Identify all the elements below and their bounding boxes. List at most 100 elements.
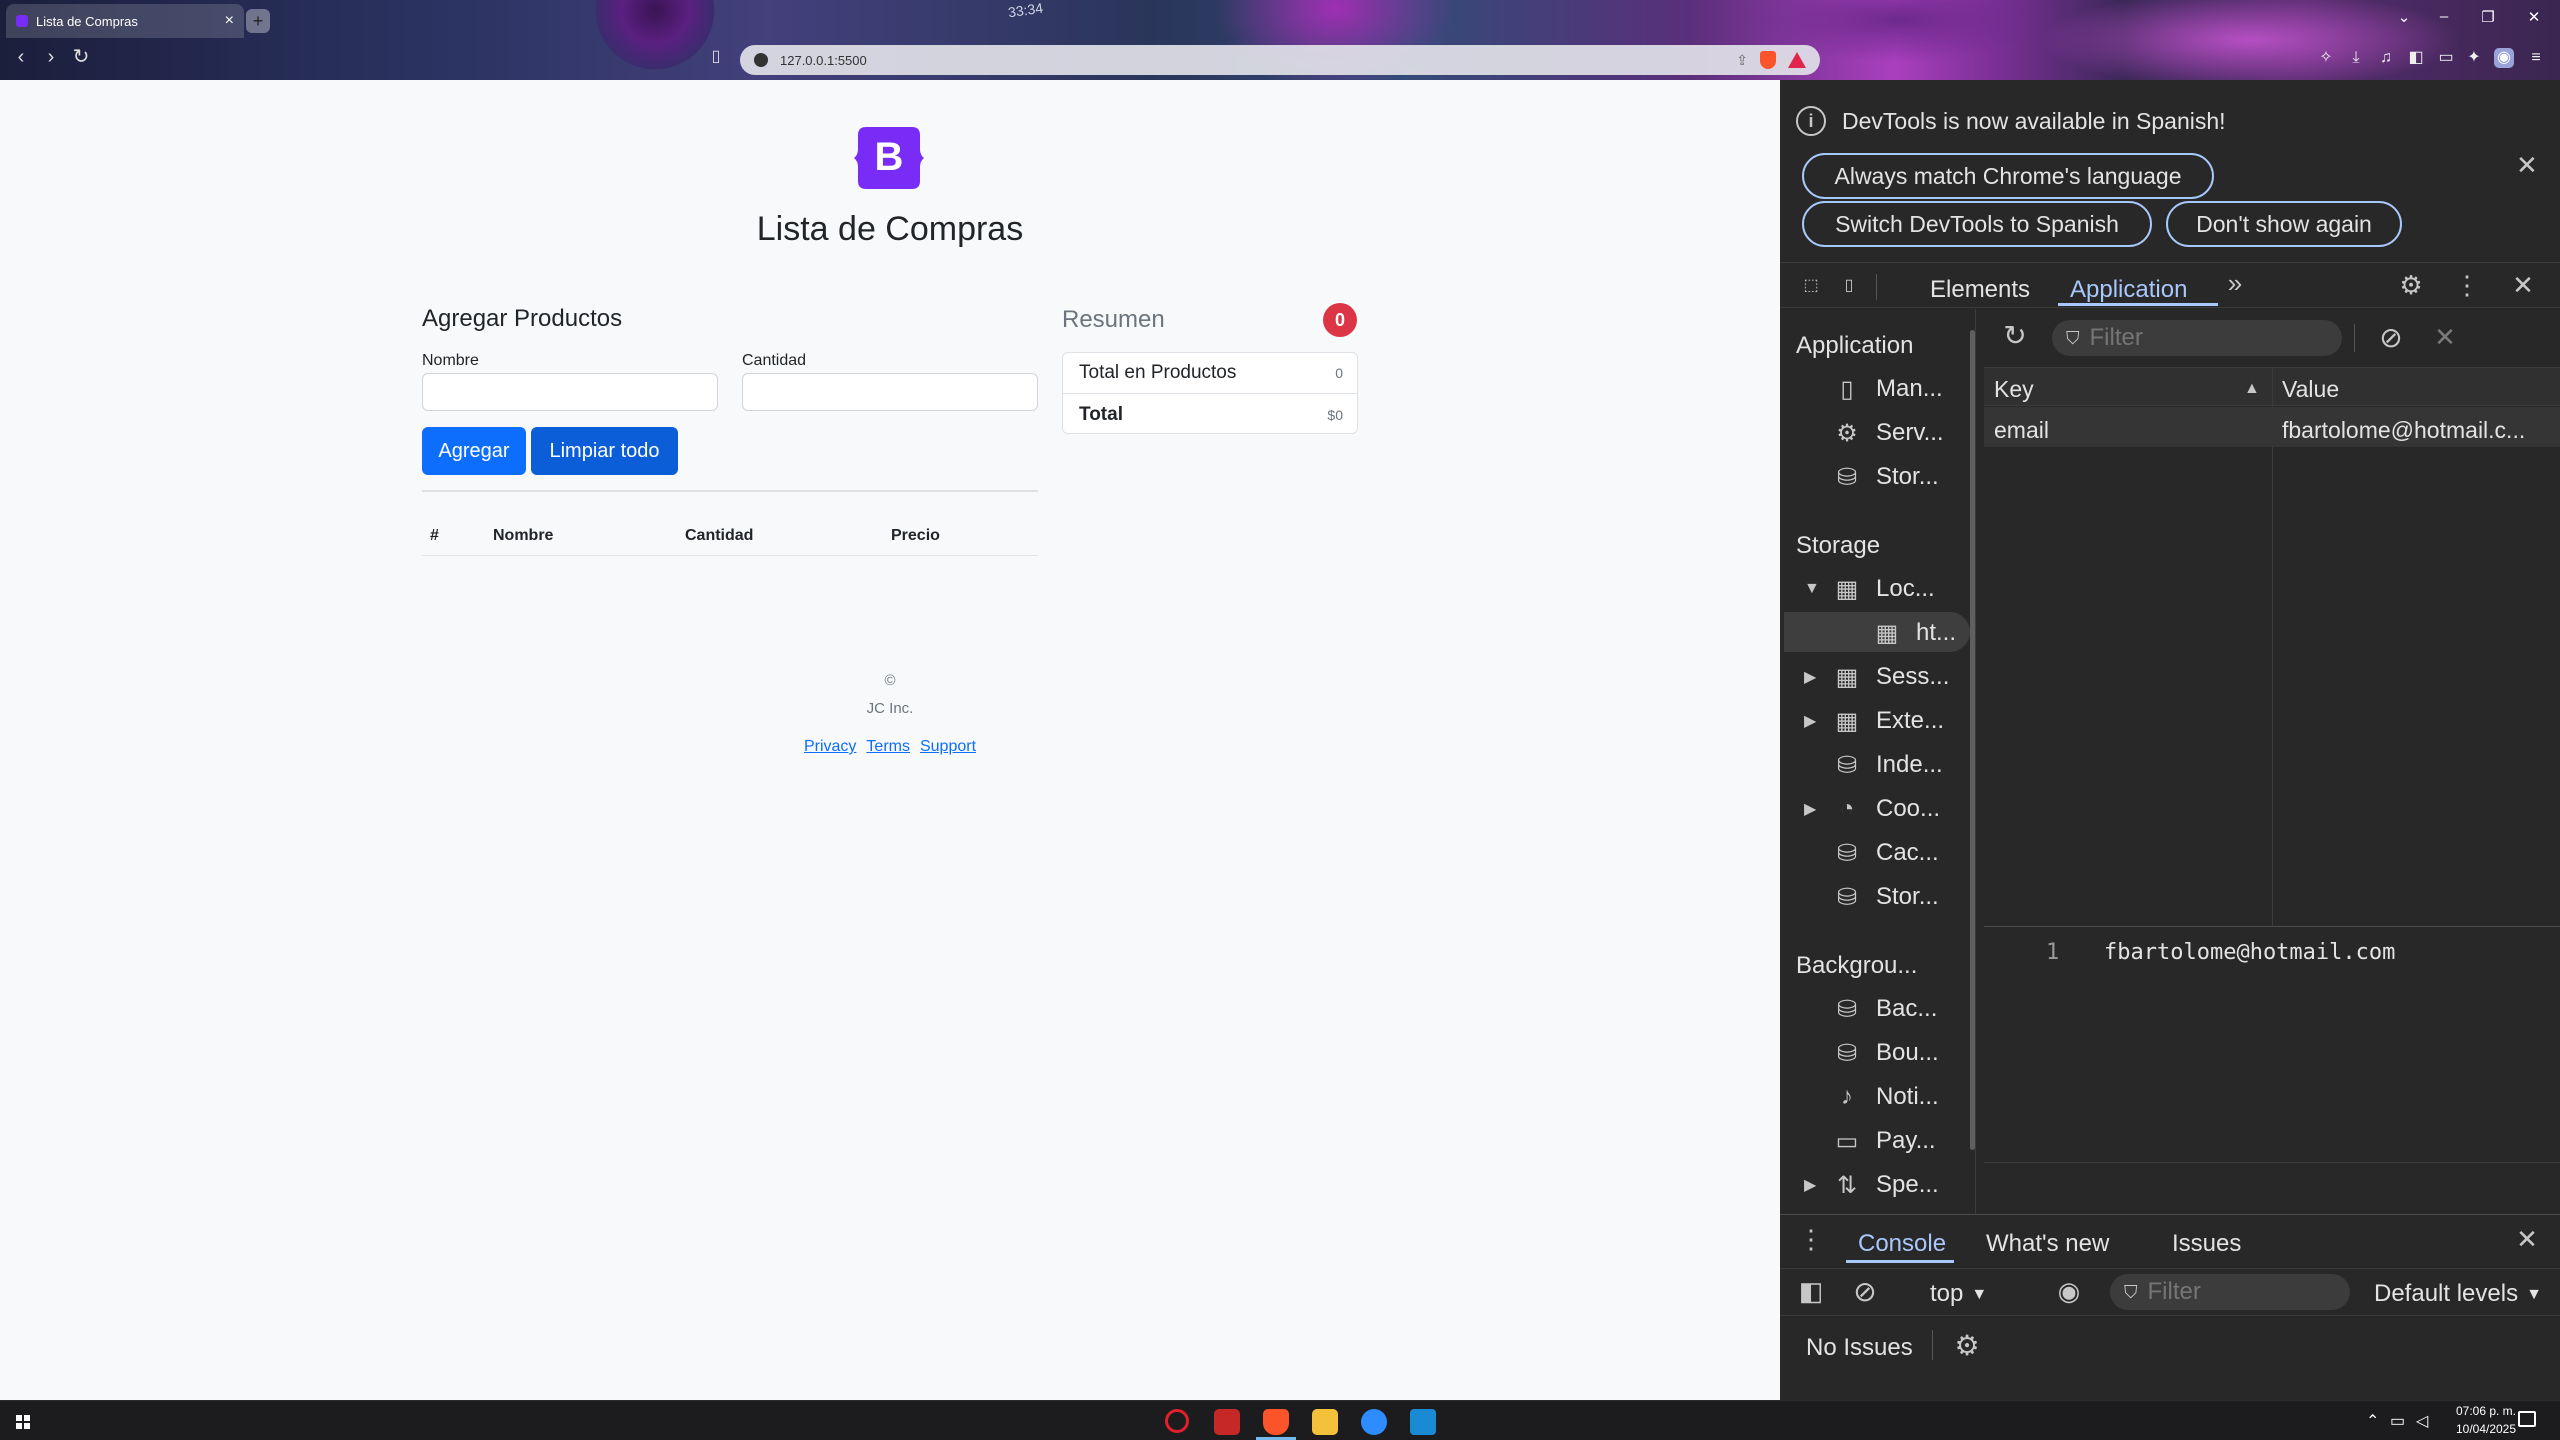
- tab-elements[interactable]: Elements: [1930, 276, 2030, 304]
- share-icon[interactable]: ⇪: [1736, 52, 1748, 69]
- window-close-icon[interactable]: ✕: [2522, 8, 2546, 26]
- storage-filter[interactable]: ⛉: [2052, 320, 2342, 356]
- inspect-element-icon[interactable]: ⬚: [1796, 270, 1826, 300]
- more-tabs-icon[interactable]: »: [2220, 268, 2250, 298]
- sidebar-item-cache-storage[interactable]: ⛁ Cac...: [1832, 838, 1939, 868]
- sidebar-item-payment-handler[interactable]: ▭ Pay...: [1832, 1126, 1936, 1156]
- refresh-icon[interactable]: ↻: [2000, 320, 2030, 351]
- column-header-key[interactable]: Key: [1994, 376, 2034, 403]
- no-issues-text[interactable]: No Issues: [1806, 1334, 1913, 1362]
- menu-icon[interactable]: ≡: [2526, 48, 2546, 68]
- delete-selected-icon[interactable]: ✕: [2430, 322, 2460, 352]
- sidebar-item-storage[interactable]: ⛁ Stor...: [1832, 462, 1939, 492]
- wallet-icon[interactable]: ▭: [2436, 48, 2456, 68]
- sidebar-item-service-workers[interactable]: ⚙ Serv...: [1832, 418, 1943, 448]
- sidebar-item-extension-storage[interactable]: ▶ ▦ Exte...: [1804, 706, 1944, 736]
- profile-icon[interactable]: ◉: [2494, 48, 2514, 68]
- sidebar-item-bounce-tracking[interactable]: ⛁ Bou...: [1832, 1038, 1939, 1068]
- settings-icon[interactable]: ⚙: [2396, 270, 2426, 300]
- sidebar-item-notifications[interactable]: ♪ Noti...: [1832, 1082, 1939, 1112]
- forward-icon[interactable]: ›: [40, 46, 62, 68]
- sidebar-item-indexeddb[interactable]: ⛁ Inde...: [1832, 750, 1943, 780]
- close-devtools-icon[interactable]: ✕: [2508, 270, 2538, 300]
- dont-show-again-button[interactable]: Don't show again: [2166, 201, 2402, 247]
- row-key[interactable]: email: [1994, 417, 2049, 444]
- storage-filter-input[interactable]: [2089, 324, 2310, 352]
- brave-shields-icon[interactable]: [1760, 51, 1776, 69]
- drawer-tab-console[interactable]: Console: [1858, 1230, 1946, 1258]
- sidebar-item-storage-buckets[interactable]: ⛁ Stor...: [1832, 882, 1939, 912]
- always-match-language-button[interactable]: Always match Chrome's language: [1802, 153, 2214, 199]
- device-toolbar-icon[interactable]: ▯: [1834, 270, 1864, 300]
- sidebar-scrollbar[interactable]: [1970, 330, 1975, 1150]
- sidebar-item-speculative-loads[interactable]: ▶ ⇅ Spe...: [1804, 1170, 1939, 1200]
- name-input[interactable]: [422, 373, 718, 411]
- bookmark-icon[interactable]: ▯: [705, 46, 727, 68]
- volume-icon[interactable]: ◁: [2416, 1411, 2428, 1431]
- footer-link-terms[interactable]: Terms: [866, 738, 910, 756]
- brave-browser-icon[interactable]: [1263, 1409, 1289, 1435]
- footer-link-privacy[interactable]: Privacy: [804, 738, 856, 756]
- sidebar-item-local-origin[interactable]: ▦ ht...: [1872, 618, 1956, 648]
- row-value[interactable]: fbartolome@hotmail.c...: [2282, 417, 2525, 444]
- notification-icon[interactable]: [2518, 1411, 2536, 1427]
- clear-all-button[interactable]: Limpiar todo: [531, 427, 678, 475]
- infobar-close-icon[interactable]: ✕: [2516, 150, 2538, 181]
- quantity-input[interactable]: [742, 373, 1038, 411]
- log-levels-dropdown[interactable]: Default levels ▼: [2374, 1280, 2542, 1310]
- context-selector[interactable]: top ▼: [1930, 1280, 1987, 1310]
- reload-icon[interactable]: ↻: [70, 46, 92, 68]
- start-menu-icon[interactable]: [16, 1415, 30, 1429]
- browser-tab[interactable]: Lista de Compras ×: [6, 4, 244, 38]
- caret-right-icon[interactable]: ▶: [1804, 799, 1818, 819]
- extensions-icon[interactable]: ✧: [2316, 48, 2336, 68]
- switch-to-spanish-button[interactable]: Switch DevTools to Spanish: [1802, 201, 2152, 247]
- console-settings-icon[interactable]: ⚙: [1952, 1330, 1982, 1361]
- sidebar-item-manifest[interactable]: ▯ Man...: [1832, 374, 1942, 404]
- close-drawer-icon[interactable]: ✕: [2512, 1224, 2542, 1254]
- site-info-icon[interactable]: [754, 53, 768, 67]
- downloads-icon[interactable]: ⤓: [2346, 48, 2366, 68]
- clear-console-icon[interactable]: ⊘: [1850, 1276, 1880, 1307]
- more-options-icon[interactable]: ⋮: [2452, 270, 2482, 300]
- leo-ai-icon[interactable]: ✦: [2464, 48, 2484, 68]
- column-header-value[interactable]: Value: [2282, 376, 2339, 403]
- pdf-reader-icon[interactable]: [1214, 1409, 1240, 1435]
- drawer-menu-icon[interactable]: ⋮: [1796, 1224, 1826, 1254]
- media-icon[interactable]: ♫: [2376, 48, 2396, 68]
- back-icon[interactable]: ‹: [10, 46, 32, 68]
- sidebar-item-cookies[interactable]: ▶ ◔ Coo...: [1804, 794, 1940, 824]
- sidebar-item-local-storage[interactable]: ▼ ▦ Loc...: [1804, 574, 1935, 604]
- caret-right-icon[interactable]: ▶: [1804, 1175, 1818, 1195]
- caret-right-icon[interactable]: ▶: [1804, 711, 1818, 731]
- clear-all-icon[interactable]: ⊘: [2376, 322, 2406, 353]
- console-filter-input[interactable]: [2147, 1278, 2318, 1306]
- add-button[interactable]: Agregar: [422, 427, 526, 475]
- console-filter[interactable]: ⛉: [2110, 1274, 2350, 1310]
- file-explorer-icon[interactable]: [1312, 1409, 1338, 1435]
- address-bar[interactable]: 127.0.0.1:5500 ⇪: [740, 45, 1820, 75]
- tab-close-icon[interactable]: ×: [225, 12, 234, 30]
- sidebar-icon[interactable]: ◧: [2406, 48, 2426, 68]
- footer-link-support[interactable]: Support: [920, 738, 976, 756]
- network-icon[interactable]: ▭: [2390, 1411, 2405, 1431]
- tab-application[interactable]: Application: [2070, 276, 2187, 304]
- zoom-icon[interactable]: [1361, 1409, 1387, 1435]
- console-sidebar-icon[interactable]: ◧: [1796, 1276, 1826, 1306]
- opera-icon[interactable]: [1165, 1409, 1189, 1433]
- caret-right-icon[interactable]: ▶: [1804, 667, 1818, 687]
- minimize-icon[interactable]: –: [2432, 8, 2456, 25]
- vscode-icon[interactable]: [1410, 1409, 1436, 1435]
- tab-search-icon[interactable]: ⌄: [2392, 8, 2416, 26]
- drawer-tab-issues[interactable]: Issues: [2172, 1230, 2241, 1258]
- new-tab-button[interactable]: +: [246, 9, 270, 33]
- drawer-tab-whats-new[interactable]: What's new: [1986, 1230, 2109, 1258]
- tray-chevron-icon[interactable]: ⌃: [2366, 1411, 2379, 1431]
- sidebar-item-label: Pay...: [1876, 1127, 1936, 1154]
- sidebar-item-background-fetch[interactable]: ⛁ Bac...: [1832, 994, 1937, 1024]
- live-expression-eye-icon[interactable]: ◉: [2054, 1276, 2084, 1306]
- sidebar-item-session-storage[interactable]: ▶ ▦ Sess...: [1804, 662, 1949, 692]
- caret-down-icon[interactable]: ▼: [1804, 580, 1820, 598]
- brave-rewards-icon[interactable]: [1788, 52, 1806, 68]
- restore-icon[interactable]: ❐: [2476, 8, 2500, 26]
